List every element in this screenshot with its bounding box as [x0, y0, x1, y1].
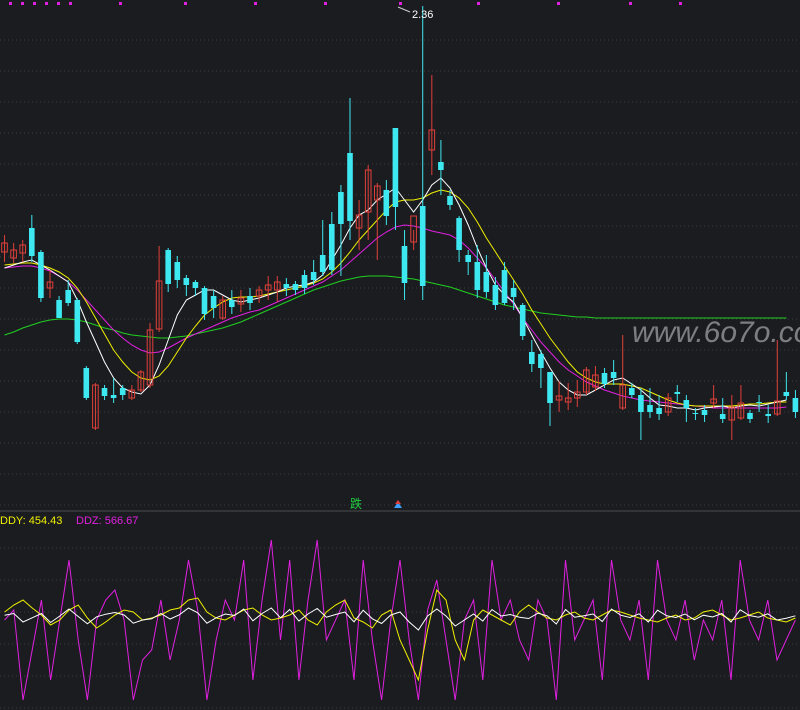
top-dot: [477, 2, 480, 5]
candle-down: [519, 303, 526, 340]
candle-body: [383, 190, 390, 216]
candle-body: [656, 408, 662, 414]
top-dot: [557, 2, 560, 5]
candle-body: [747, 413, 753, 419]
candle-body: [438, 162, 444, 170]
candle-body: [783, 392, 790, 396]
candle-body: [119, 388, 126, 395]
candle-body: [401, 246, 408, 283]
candle-body: [538, 354, 544, 368]
top-dot: [119, 2, 122, 5]
chart-background: [0, 0, 800, 710]
sell-signal-label: 跌: [350, 496, 362, 511]
candle-body: [474, 262, 481, 290]
peak-label: 2.36: [412, 9, 433, 21]
top-dot: [399, 2, 402, 5]
ddz-label: DDZ: 566.67: [76, 515, 138, 527]
candle-body: [547, 372, 553, 403]
candle-body: [792, 398, 799, 412]
top-dot: [21, 2, 24, 5]
candle-body: [465, 255, 471, 262]
candle-body: [192, 282, 199, 288]
top-dot: [679, 2, 682, 5]
candle-body: [529, 352, 535, 364]
candle-body: [347, 153, 353, 221]
candle-body: [56, 300, 62, 318]
candle-body: [29, 228, 35, 256]
candle-body: [283, 284, 290, 288]
candle-body: [447, 196, 453, 205]
candle-body: [65, 290, 71, 303]
candle-body: [638, 395, 644, 412]
candle-body: [519, 305, 526, 336]
candle-down: [74, 298, 81, 344]
candle-body: [601, 373, 608, 384]
candle-body: [210, 296, 217, 308]
candle-down: [38, 250, 44, 302]
candle-body: [683, 400, 690, 408]
candle-body: [229, 300, 235, 307]
watermark: www.6o7o.com: [632, 316, 800, 349]
candle-body: [247, 296, 253, 303]
candle-body: [74, 300, 81, 342]
candle-body: [38, 252, 44, 298]
candle-body: [83, 368, 90, 398]
candle-body: [756, 402, 762, 403]
candle-body: [719, 414, 726, 419]
candle-body: [483, 272, 490, 292]
candle-body: [183, 278, 190, 285]
candle-body: [419, 206, 426, 286]
top-dot: [184, 2, 187, 5]
candle-body: [456, 218, 462, 250]
candle-body: [292, 284, 299, 290]
candle-body: [201, 288, 208, 314]
candle-body: [492, 285, 499, 305]
candle-body: [319, 255, 326, 272]
candle-body: [338, 192, 344, 224]
candle-body: [647, 405, 653, 412]
candle-body: [101, 388, 108, 396]
candle-body: [629, 388, 635, 395]
candle-down: [83, 366, 90, 400]
candle-body: [165, 250, 171, 284]
candle-body: [701, 410, 708, 415]
candle-body: [310, 272, 317, 280]
candle-body: [301, 275, 308, 288]
candle-body: [692, 413, 699, 414]
candlestick-chart: www.6o7o.com 2.36 跌 DDY: 454.43 DDZ: 566…: [0, 0, 800, 710]
candle-body: [174, 262, 181, 280]
top-dot: [9, 2, 12, 5]
candle-body: [765, 414, 771, 416]
top-dot: [33, 2, 36, 5]
top-dot: [629, 2, 632, 5]
ddy-label: DDY: 454.43: [0, 515, 62, 527]
candle-body: [329, 224, 335, 270]
candle-body: [501, 270, 508, 303]
top-dot: [324, 2, 327, 5]
candle-body: [610, 372, 617, 378]
top-dot: [45, 2, 48, 5]
candle-body: [392, 128, 399, 207]
top-dot: [69, 2, 72, 5]
top-dot: [57, 2, 60, 5]
candle-body: [110, 395, 117, 398]
candle-body: [510, 288, 517, 297]
candle-body: [674, 392, 681, 394]
top-dot: [254, 2, 257, 5]
